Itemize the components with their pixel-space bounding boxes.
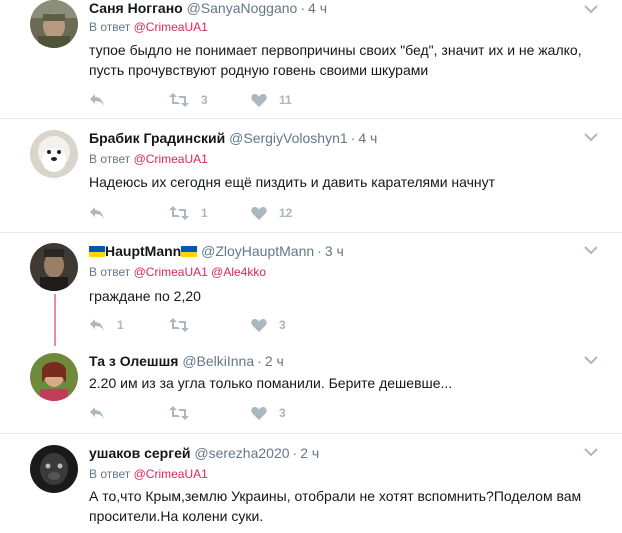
caret-down-icon[interactable] bbox=[584, 245, 598, 255]
user-name[interactable]: Саня Ногганo bbox=[89, 0, 183, 16]
user-name[interactable]: HauptMann bbox=[105, 243, 181, 259]
timestamp[interactable]: 4 ч bbox=[308, 0, 327, 16]
reply-button[interactable] bbox=[89, 203, 117, 223]
user-name[interactable]: Брабик Градинский bbox=[89, 130, 225, 146]
reply-icon bbox=[90, 207, 104, 219]
reply-button[interactable]: 1 bbox=[89, 315, 124, 335]
reply-context: В ответ @CrimeaUA1 bbox=[89, 467, 208, 481]
retweet-count: 3 bbox=[201, 93, 208, 107]
reply-prefix: В ответ bbox=[89, 467, 131, 481]
tweet-text: 2.20 им из за угла только поманили. Бери… bbox=[89, 375, 453, 391]
avatar[interactable] bbox=[30, 445, 78, 493]
separator-dot: · bbox=[317, 243, 322, 259]
like-icon bbox=[251, 407, 267, 420]
timestamp[interactable]: 4 ч bbox=[358, 130, 377, 146]
tweet-5[interactable]: ушаков сергей @serezha2020 · 2 ч В ответ @… bbox=[0, 434, 622, 533]
reply-mention[interactable]: @CrimeaUA1 bbox=[134, 20, 208, 34]
reply-prefix: В ответ bbox=[89, 152, 131, 166]
tweet-header: Брабик Градинский @SergiyVoloshyn1 · 4 ч bbox=[89, 130, 377, 146]
caret-down-icon[interactable] bbox=[584, 132, 598, 142]
like-button[interactable]: 3 bbox=[251, 315, 286, 335]
tweet-text: тупое быдло не понимает первопричины сво… bbox=[89, 42, 582, 78]
timestamp[interactable]: 3 ч bbox=[325, 243, 344, 259]
tweet-actions: 1 12 bbox=[89, 203, 349, 223]
tweet-header: ушаков сергей @serezha2020 · 2 ч bbox=[89, 445, 319, 461]
tweet-text: граждане по 2,20 bbox=[89, 288, 201, 304]
reply-mention[interactable]: @CrimeaUA1 bbox=[134, 152, 208, 166]
user-handle[interactable]: @BelkiInna bbox=[182, 353, 254, 369]
reply-icon bbox=[90, 319, 104, 331]
avatar[interactable] bbox=[30, 0, 78, 48]
ukraine-flag-icon bbox=[89, 246, 105, 257]
reply-button[interactable] bbox=[89, 90, 117, 110]
user-handle[interactable]: @serezha2020 bbox=[194, 445, 289, 461]
like-icon bbox=[251, 94, 267, 107]
tweet-1[interactable]: Саня Ногганo @SanyaNoggano · 4 ч В ответ @… bbox=[0, 0, 622, 118]
tweet-actions: 1 3 bbox=[89, 315, 349, 335]
reply-button[interactable] bbox=[89, 403, 117, 423]
separator-dot: · bbox=[257, 353, 262, 369]
timestamp[interactable]: 2 ч bbox=[300, 445, 319, 461]
like-button[interactable]: 11 bbox=[251, 90, 292, 110]
avatar[interactable] bbox=[30, 243, 78, 291]
like-icon bbox=[251, 319, 267, 332]
retweet-button[interactable]: 3 bbox=[169, 90, 208, 110]
tweet-actions: 3 11 bbox=[89, 90, 349, 110]
avatar[interactable] bbox=[30, 130, 78, 178]
reply-mention-2[interactable]: @Ale4kko bbox=[211, 265, 266, 279]
ukraine-flag-icon bbox=[181, 246, 198, 257]
reply-context: В ответ @CrimeaUA1 bbox=[89, 20, 208, 34]
user-name[interactable]: ушаков сергей bbox=[89, 445, 190, 461]
reply-count: 1 bbox=[117, 318, 124, 332]
like-button[interactable]: 3 bbox=[251, 403, 286, 423]
reply-icon bbox=[90, 94, 104, 106]
tweet-header: Та з Олешшя @BelkiInna · 2 ч bbox=[89, 353, 284, 369]
retweet-button[interactable]: 1 bbox=[169, 203, 208, 223]
tweet-header: HauptMann @ZloyHauptMann · 3 ч bbox=[89, 243, 344, 259]
retweet-button[interactable] bbox=[169, 403, 201, 423]
retweet-icon bbox=[169, 318, 189, 332]
like-count: 11 bbox=[279, 93, 292, 107]
tweet-actions: 3 bbox=[89, 403, 349, 423]
like-count: 3 bbox=[279, 406, 286, 420]
like-icon bbox=[251, 207, 267, 220]
tweet-2[interactable]: Брабик Градинский @SergiyVoloshyn1 · 4 ч В… bbox=[0, 119, 622, 232]
reply-context: В ответ @CrimeaUA1 @Ale4kko bbox=[89, 265, 266, 279]
tweet-text: Надеюсь их сегодня ещё пиздить и давить … bbox=[89, 174, 496, 190]
tweet-3[interactable]: HauptMann @ZloyHauptMann · 3 ч В ответ @Cr… bbox=[0, 233, 622, 345]
avatar[interactable] bbox=[30, 353, 78, 401]
separator-dot: · bbox=[350, 130, 356, 146]
tweet-text: А то,что Крым,землю Украины, отобрали не… bbox=[89, 488, 582, 524]
reply-prefix: В ответ bbox=[89, 20, 131, 34]
caret-down-icon[interactable] bbox=[584, 4, 598, 14]
reply-mention[interactable]: @CrimeaUA1 bbox=[134, 467, 208, 481]
retweet-count: 1 bbox=[201, 206, 208, 220]
tweet-4[interactable]: Та з Олешшя @BelkiInna · 2 ч 2.20 им из за… bbox=[0, 345, 622, 430]
reply-mention[interactable]: @CrimeaUA1 bbox=[134, 265, 208, 279]
retweet-icon bbox=[169, 406, 189, 420]
caret-down-icon[interactable] bbox=[584, 447, 598, 457]
retweet-icon bbox=[169, 206, 189, 220]
user-handle[interactable]: @SergiyVoloshyn1 bbox=[229, 130, 348, 146]
retweet-icon bbox=[169, 93, 189, 107]
user-name[interactable]: Та з Олешшя bbox=[89, 353, 178, 369]
timestamp[interactable]: 2 ч bbox=[265, 353, 284, 369]
user-handle[interactable]: @ZloyHauptMann bbox=[201, 243, 314, 259]
reply-icon bbox=[90, 407, 104, 419]
like-count: 3 bbox=[279, 318, 286, 332]
user-handle[interactable]: @SanyaNoggano bbox=[187, 0, 298, 16]
like-button[interactable]: 12 bbox=[251, 203, 292, 223]
reply-prefix: В ответ bbox=[89, 265, 131, 279]
caret-down-icon[interactable] bbox=[584, 355, 598, 365]
separator-dot: · bbox=[292, 445, 298, 461]
retweet-button[interactable] bbox=[169, 315, 201, 335]
separator-dot: · bbox=[300, 0, 306, 16]
tweet-header: Саня Ногганo @SanyaNoggano · 4 ч bbox=[89, 0, 327, 16]
reply-context: В ответ @CrimeaUA1 bbox=[89, 152, 208, 166]
like-count: 12 bbox=[279, 206, 293, 220]
